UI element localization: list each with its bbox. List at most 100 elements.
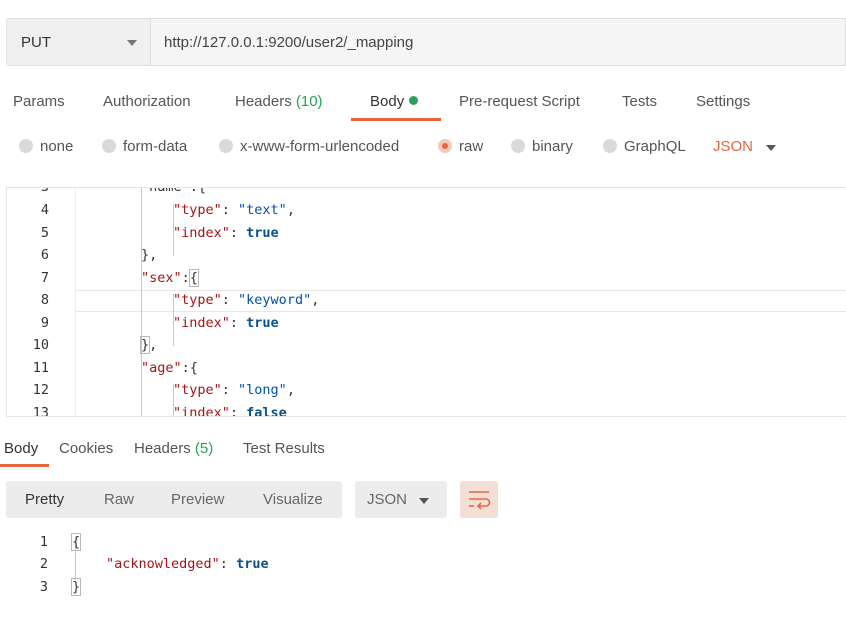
line-number: 12: [32, 382, 49, 398]
view-mode-preview[interactable]: Preview: [171, 491, 224, 508]
radio-raw[interactable]: raw: [438, 138, 483, 155]
code-text: },: [139, 336, 158, 354]
tab-label: Headers: [235, 93, 292, 110]
tab-label: Authorization: [103, 93, 191, 110]
method-label: PUT: [21, 34, 51, 51]
body-format-select[interactable]: JSON: [713, 138, 753, 155]
tab-params[interactable]: Params: [13, 93, 65, 110]
tab-label: Body: [4, 440, 39, 457]
line-number: 6: [40, 247, 49, 263]
radio-circle-icon: [102, 139, 116, 153]
radio-circle-icon: [603, 139, 617, 153]
radio-graphql[interactable]: GraphQL: [603, 138, 686, 155]
radio-label: none: [40, 138, 74, 155]
tab-label: Tests: [622, 93, 658, 110]
radio-none[interactable]: none: [19, 138, 73, 155]
code-text: "type": "long",: [173, 382, 295, 398]
method-select[interactable]: PUT: [6, 18, 150, 66]
tab-label: Headers: [134, 440, 191, 457]
request-tabs: Params Authorization Headers (10) Body P…: [0, 88, 846, 124]
view-mode-visualize[interactable]: Visualize: [263, 491, 323, 508]
tab-settings[interactable]: Settings: [696, 93, 750, 110]
line-number: 5: [40, 225, 49, 241]
response-tab-cookies[interactable]: Cookies: [59, 440, 113, 457]
body-type-options: none form-data x-www-form-urlencoded raw…: [0, 136, 846, 160]
line-number: 4: [40, 202, 49, 218]
code-line: 12 "type": "long",: [7, 382, 846, 404]
code-line: 13 "index": false: [7, 405, 846, 417]
tab-authorization[interactable]: Authorization: [103, 93, 191, 110]
headers-count-badge: (10): [295, 93, 323, 110]
radio-x-www-form-urlencoded[interactable]: x-www-form-urlencoded: [219, 138, 399, 155]
radio-binary[interactable]: binary: [511, 138, 573, 155]
tab-label: Settings: [696, 93, 751, 110]
chevron-down-icon: [127, 40, 137, 46]
tab-label: Params: [13, 93, 65, 110]
code-line: 3 }: [0, 578, 840, 601]
close-brace: }: [70, 578, 82, 596]
line-number: 3: [39, 579, 48, 595]
radio-label: x-www-form-urlencoded: [240, 138, 400, 155]
code-text: "age":{: [141, 360, 198, 376]
line-number: 7: [40, 270, 49, 286]
code-line: 3 "name":{: [7, 187, 846, 201]
line-number: 13: [32, 405, 49, 417]
code-text: "type": "text",: [173, 202, 295, 218]
response-tabs: Body Cookies Headers (5) Test Results: [0, 434, 846, 470]
code-text: "name":{: [141, 187, 207, 195]
radio-form-data[interactable]: form-data: [102, 138, 187, 155]
view-mode-pretty[interactable]: Pretty: [25, 491, 64, 508]
request-body-editor[interactable]: 3 "name":{ 4 "type": "text", 5 "index": …: [6, 187, 846, 417]
chevron-down-icon[interactable]: [766, 145, 776, 151]
code-line: 10 },: [7, 336, 846, 359]
response-body-viewer[interactable]: 1 { 2 "acknowledged": true 3 }: [0, 530, 846, 600]
code-line: 4 "type": "text",: [7, 202, 846, 224]
headers-count-badge: (5): [194, 440, 214, 457]
radio-label: form-data: [123, 138, 188, 155]
line-number: 2: [39, 556, 48, 572]
response-format-label: JSON: [367, 491, 408, 508]
tab-pre-request-script[interactable]: Pre-request Script: [459, 93, 580, 110]
url-text: http://127.0.0.1:9200/user2/_mapping: [164, 34, 414, 51]
line-number: 10: [32, 337, 49, 353]
radio-selected-icon: [438, 139, 452, 153]
text-wrap-button[interactable]: [460, 481, 498, 518]
body-indicator-dot-icon: [409, 96, 419, 105]
text-wrap-icon: [469, 491, 491, 510]
radio-circle-icon: [511, 139, 525, 153]
active-tab-underline: [0, 464, 49, 467]
line-number: 11: [32, 360, 49, 376]
code-text: "index": false: [173, 405, 287, 417]
radio-label: raw: [459, 138, 484, 155]
response-tab-headers[interactable]: Headers (5): [134, 440, 213, 457]
url-input[interactable]: http://127.0.0.1:9200/user2/_mapping: [150, 18, 846, 66]
code-text: "type": "keyword",: [173, 292, 320, 308]
code-text: },: [141, 247, 158, 263]
radio-label: binary: [532, 138, 573, 155]
tab-label: Pre-request Script: [459, 93, 580, 110]
view-mode-group: Pretty Raw Preview Visualize: [6, 481, 342, 518]
chevron-down-icon: [419, 498, 429, 504]
view-mode-raw[interactable]: Raw: [104, 491, 134, 508]
code-line: 5 "index": true: [7, 225, 846, 247]
tab-label: Body: [370, 93, 405, 110]
code-text: "acknowledged": true: [106, 556, 269, 572]
code-line: 11 "age":{: [7, 360, 846, 382]
line-number: 8: [40, 292, 49, 308]
tab-tests[interactable]: Tests: [622, 93, 657, 110]
code-line: 8 "type": "keyword",: [7, 292, 846, 314]
line-number: 3: [40, 187, 49, 195]
radio-circle-icon: [219, 139, 233, 153]
response-tab-test-results[interactable]: Test Results: [243, 440, 325, 457]
response-format-select[interactable]: JSON: [355, 481, 447, 518]
code-line: 7 "sex":{: [7, 269, 846, 292]
response-tab-body[interactable]: Body: [4, 440, 38, 457]
tab-headers[interactable]: Headers (10): [235, 93, 323, 110]
open-brace: {: [70, 533, 82, 551]
request-url-bar: PUT http://127.0.0.1:9200/user2/_mapping: [6, 18, 846, 66]
code-text: "sex":{: [141, 269, 199, 287]
active-tab-underline: [351, 118, 441, 121]
code-line: 2 "acknowledged": true: [0, 556, 840, 578]
code-text: }: [70, 578, 82, 596]
tab-body[interactable]: Body: [370, 93, 419, 110]
